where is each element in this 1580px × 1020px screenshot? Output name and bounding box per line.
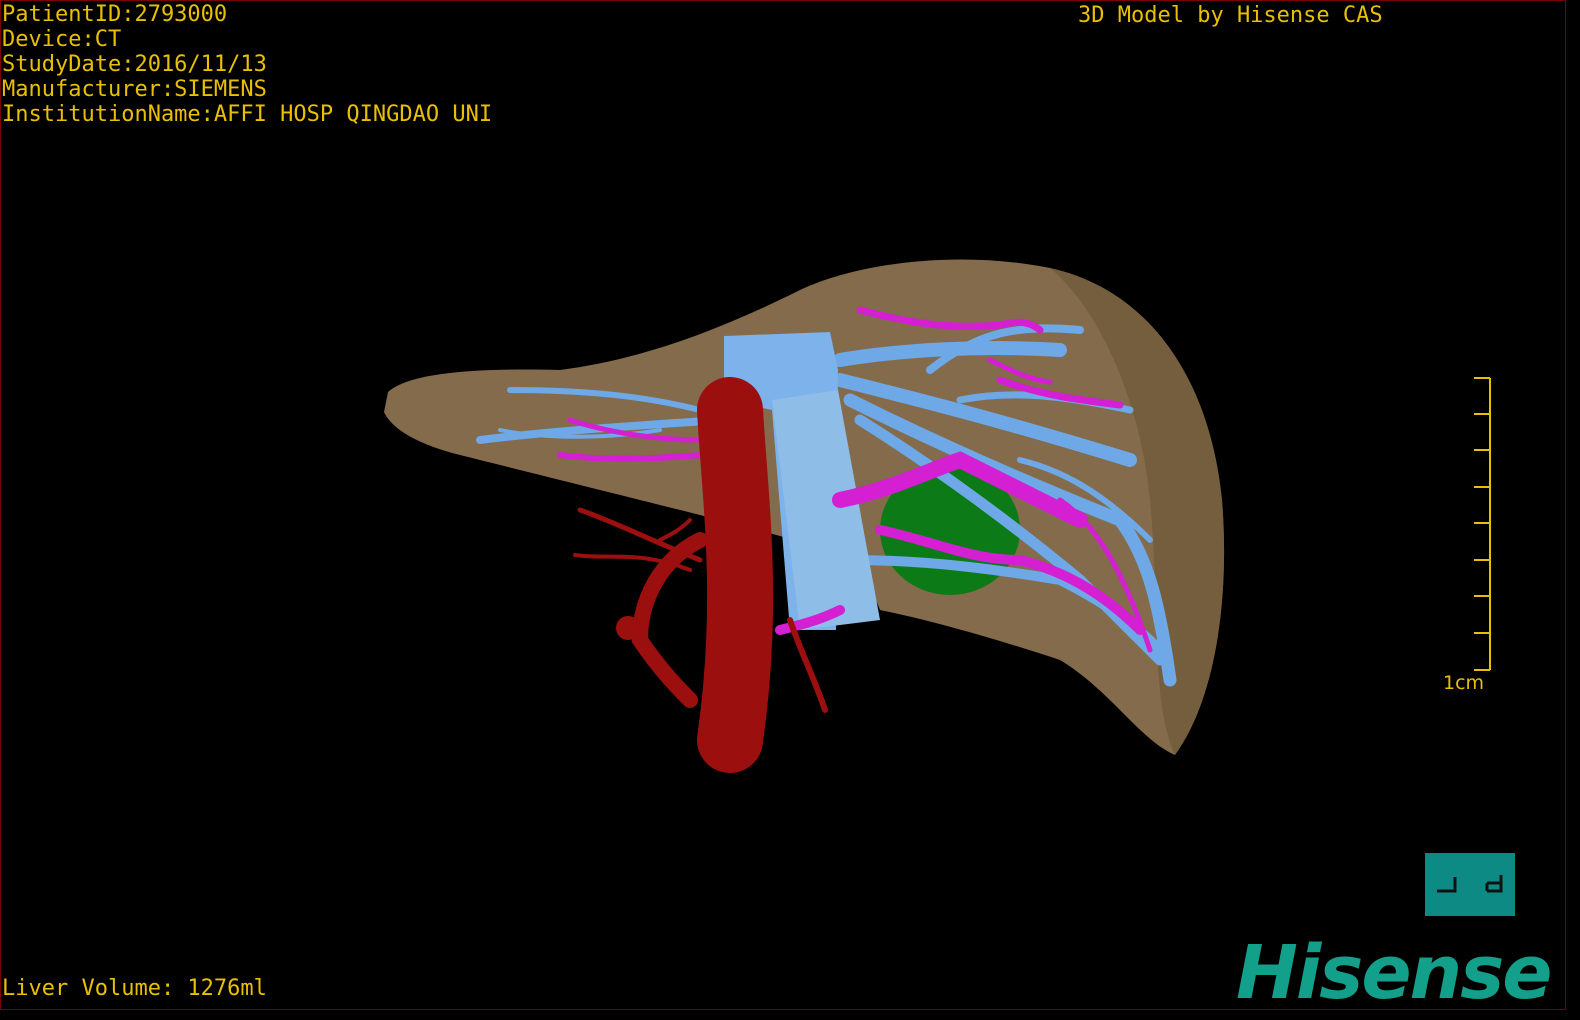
- scale-bar-label: 1cm: [1443, 672, 1485, 694]
- scale-bar: [1474, 377, 1491, 671]
- artery-stump[interactable]: [616, 616, 640, 640]
- brand-logo: Hisense: [1236, 930, 1552, 1016]
- orientation-cube[interactable]: [1425, 853, 1515, 916]
- orientation-glyph-icon: [1437, 875, 1503, 893]
- liver-volume-text: Liver Volume: 1276ml: [2, 976, 267, 1001]
- 3d-liver-model-viewport[interactable]: [0, 0, 1566, 1010]
